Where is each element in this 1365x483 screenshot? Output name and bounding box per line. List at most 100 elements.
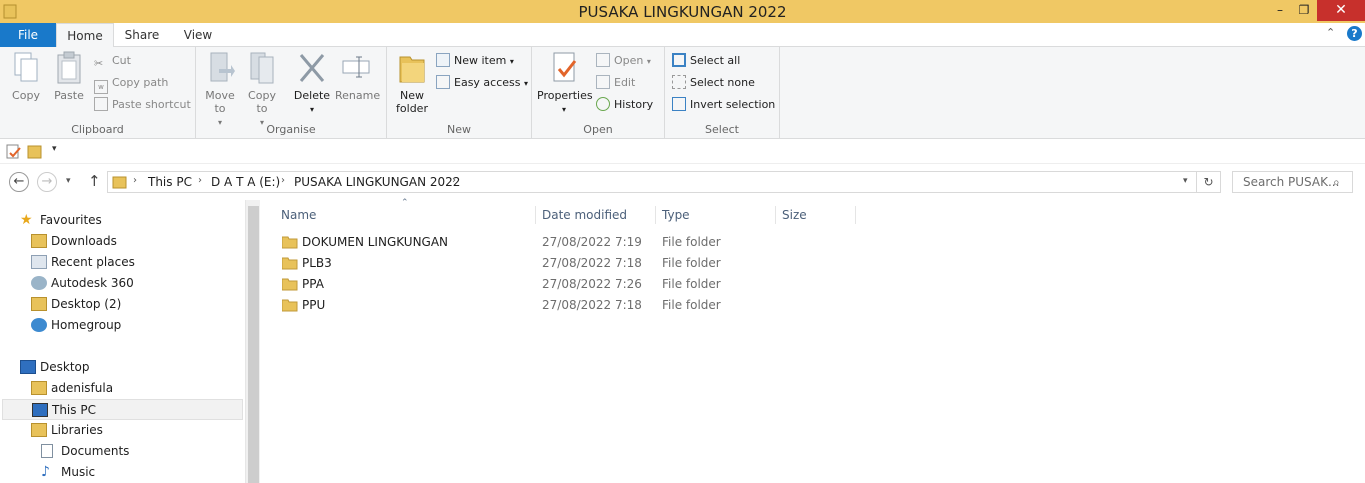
refresh-icon[interactable]: ↻ [1197,171,1221,193]
breadcrumb-this-pc[interactable]: This PC [148,175,192,189]
file-date: 27/08/2022 7:18 [542,256,642,270]
new-folder-label: New folder [396,89,428,115]
new-item-icon [436,53,450,67]
file-date: 27/08/2022 7:18 [542,298,642,312]
file-row[interactable]: PLB3 27/08/2022 7:18 File folder [275,253,855,274]
edit-icon [596,75,610,89]
file-name: PLB3 [302,256,332,270]
copy-label: Copy [12,89,40,102]
navigation-pane: ★ Favourites Downloads Recent places Aut… [0,200,260,483]
copy-path-icon: w [94,80,108,94]
rename-label: Rename [335,89,381,102]
rename-button[interactable]: Rename [335,51,381,102]
select-none-button[interactable]: Select none [672,74,755,92]
select-none-icon [672,75,686,89]
nav-pane-scrollbar-thumb[interactable] [248,206,259,483]
back-arrow-icon[interactable]: ← [9,172,29,192]
nav-pane-scrollbar[interactable] [245,200,260,483]
new-folder-qat-icon[interactable] [27,144,43,159]
invert-selection-label: Invert selection [690,98,776,111]
collapse-ribbon-icon[interactable]: ⌃ [1326,26,1335,39]
nav-homegroup-label: Homegroup [51,318,122,332]
file-name: PPA [302,277,324,291]
close-button[interactable]: ✕ [1317,0,1365,21]
properties-qat-icon[interactable] [6,144,22,159]
easy-access-button[interactable]: Easy access ▾ [436,74,528,92]
quick-access-toolbar: ▾ [0,139,1365,164]
copy-to-button[interactable]: Copy to ▾ [244,51,280,129]
file-type: File folder [662,277,721,291]
edit-label: Edit [614,76,636,89]
breadcrumb-current-folder[interactable]: PUSAKA LINGKUNGAN 2022 [294,175,460,189]
paste-button[interactable]: Paste [50,51,88,102]
history-button[interactable]: History [596,96,653,114]
breadcrumb-separator[interactable]: › [281,175,285,186]
history-icon [596,97,610,111]
nav-libraries-label: Libraries [51,423,103,437]
address-bar[interactable]: › This PC › D A T A (E:) › PUSAKA LINGKU… [107,171,1197,193]
folder-icon [282,236,298,249]
file-type: File folder [662,256,721,270]
copy-icon [14,52,38,82]
file-row[interactable]: PPU 27/08/2022 7:18 File folder [275,295,855,316]
tab-share[interactable]: Share [114,23,170,47]
tab-file[interactable]: File [0,23,56,47]
invert-selection-icon [672,97,686,111]
nav-documents-label: Documents [61,444,130,458]
move-to-button[interactable]: Move to ▾ [202,51,238,129]
column-header-date-modified[interactable]: Date modified [542,206,656,224]
new-item-label: New item [454,54,507,67]
breadcrumb-drive[interactable]: D A T A (E:) [211,175,280,189]
file-row[interactable]: PPA 27/08/2022 7:26 File folder [275,274,855,295]
column-header-size[interactable]: Size [782,206,856,224]
documents-icon [41,444,53,458]
copy-path-button[interactable]: w Copy path [94,74,168,94]
window-title: PUSAKA LINGKUNGAN 2022 [578,3,787,21]
cut-button[interactable]: ✂ Cut [94,52,131,70]
column-header-type[interactable]: Type [662,206,776,224]
minimize-button[interactable]: – [1267,0,1293,21]
up-arrow-icon[interactable]: ↑ [88,172,101,190]
file-row[interactable]: DOKUMEN LINGKUNGAN 27/08/2022 7:19 File … [275,232,855,253]
clipboard-icon [57,51,81,84]
copy-button[interactable]: Copy [6,51,46,102]
star-icon: ★ [20,212,33,228]
new-item-button[interactable]: New item ▾ [436,52,514,70]
cut-label: Cut [112,54,131,67]
delete-button[interactable]: Delete ▾ [293,51,331,116]
history-label: History [614,98,654,111]
new-group-label: New [447,123,471,136]
select-all-button[interactable]: Select all [672,52,740,70]
search-icon[interactable]: ⌕ [1333,175,1340,190]
paste-shortcut-button[interactable]: Paste shortcut [94,96,191,114]
new-folder-icon [399,56,425,83]
breadcrumb-separator[interactable]: › [133,175,137,186]
computer-icon [32,403,48,417]
nav-this-pc[interactable]: This PC [2,399,243,420]
address-dropdown-icon[interactable]: ▾ [1183,176,1188,186]
customize-qat-icon[interactable]: ▾ [52,144,57,154]
breadcrumb-separator[interactable]: › [198,175,202,186]
properties-icon [553,52,577,82]
tab-view[interactable]: View [170,23,226,47]
autodesk-cloud-icon [31,276,47,290]
forward-arrow-icon[interactable]: → [37,172,57,192]
libraries-icon [31,423,47,437]
delete-label: Delete [293,89,331,102]
new-folder-button[interactable]: New folder [393,51,431,115]
file-name: PPU [302,298,326,312]
tab-home[interactable]: Home [56,23,114,48]
open-label: Open [614,54,644,67]
properties-button[interactable]: Properties ▾ [537,51,593,116]
invert-selection-button[interactable]: Invert selection [672,96,775,114]
column-header-name[interactable]: Name [281,206,536,224]
recent-locations-icon[interactable]: ▾ [66,176,71,186]
maximize-button[interactable]: ❐ [1291,0,1317,21]
edit-button[interactable]: Edit [596,74,635,92]
open-button[interactable]: Open ▾ [596,52,651,70]
help-icon[interactable]: ? [1347,26,1362,41]
folder-icon [112,176,127,189]
breadcrumb-separator[interactable]: › [452,175,456,186]
new-group: New folder New item ▾ Easy access ▾ New [387,47,532,139]
nav-this-pc-label: This PC [52,403,96,417]
